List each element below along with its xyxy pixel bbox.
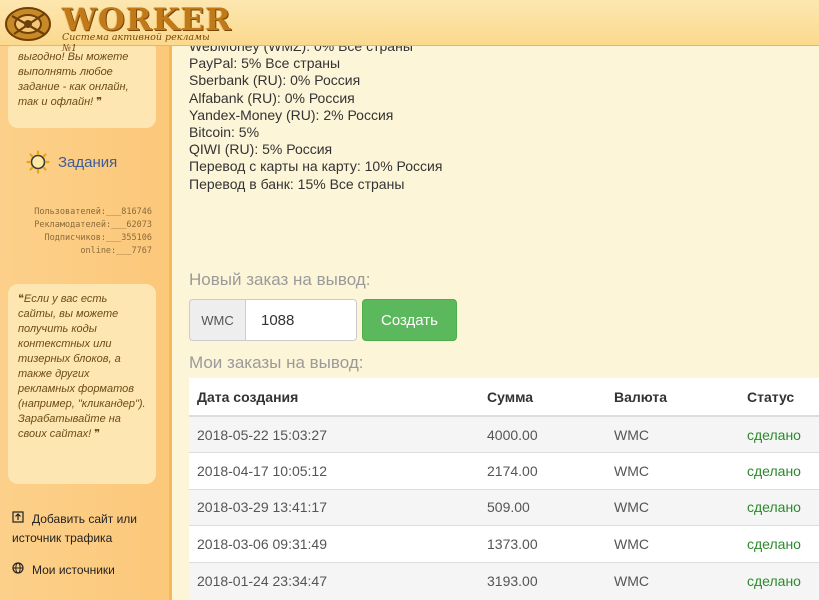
order-amount: 4000.00	[479, 415, 606, 453]
withdraw-method: Перевод в банк: 15% Все страны	[189, 175, 405, 192]
sun-icon	[26, 150, 50, 174]
stat-users: Пользователей:___816746	[34, 207, 152, 217]
new-order-form: WMC Создать	[189, 299, 457, 341]
create-order-button[interactable]: Создать	[362, 299, 457, 341]
orders-title: Мои заказы на вывод:	[189, 353, 364, 372]
withdraw-method: QIWI (RU): 5% Россия	[189, 141, 333, 158]
order-currency: WMC	[606, 488, 739, 526]
withdraw-method: Alfabank (RU): 0% Россия	[189, 89, 355, 106]
order-amount: 509.00	[479, 488, 606, 526]
order-amount: 2174.00	[479, 452, 606, 489]
order-date: 2018-03-29 13:41:17	[189, 488, 479, 526]
site-stats: Пользователей:___816746 Рекламодателей:_…	[0, 206, 152, 258]
globe-icon	[12, 562, 26, 580]
column-header-status: Статус	[739, 378, 819, 417]
order-date: 2018-04-17 10:05:12	[189, 452, 479, 489]
sidebar-item-tasks[interactable]: Задания	[26, 150, 117, 174]
table-row: 2018-03-06 09:31:49 1373.00 WMC сделано	[189, 525, 819, 562]
order-status: сделано	[739, 415, 819, 453]
order-status: сделано	[739, 561, 819, 599]
order-currency: WMC	[606, 415, 739, 453]
table-row: 2018-04-17 10:05:12 2174.00 WMC сделано	[189, 452, 819, 489]
sidebar-item-my-sources[interactable]: Мои источники	[12, 561, 162, 580]
withdraw-method: PayPal: 5% Все страны	[189, 55, 341, 72]
withdraw-method: Sberbank (RU): 0% Россия	[189, 72, 361, 89]
sidebar: выгодно! Вы можете выполнять любое задан…	[0, 0, 172, 600]
new-order-title: Новый заказ на вывод:	[189, 270, 371, 289]
promo-bubble-bottom: ❝Если у вас есть сайты, вы можете получи…	[8, 284, 156, 484]
withdraw-methods-list: WebMoney (WMZ): 0% Все страны PayPal: 5%…	[189, 38, 789, 193]
column-header-amount: Сумма	[479, 378, 606, 417]
sidebar-item-add-site[interactable]: Добавить сайт или источник трафика	[12, 510, 162, 547]
order-status: сделано	[739, 488, 819, 526]
table-header-row: Дата создания Сумма Валюта Статус	[189, 378, 819, 417]
table-row: 2018-03-29 13:41:17 509.00 WMC сделано	[189, 488, 819, 526]
logo-subtitle: Система активной рекламы №1	[62, 32, 210, 54]
order-currency: WMC	[606, 561, 739, 599]
sidebar-item-label: Мои источники	[32, 563, 115, 577]
table-row: 2018-01-24 23:34:47 3193.00 WMC сделано	[189, 561, 819, 599]
sidebar-item-label: Добавить сайт или источник трафика	[12, 512, 137, 545]
logo-icon	[5, 7, 51, 41]
upload-icon	[12, 511, 26, 529]
withdraw-method: Bitcoin: 5%	[189, 124, 260, 141]
order-amount: 1373.00	[479, 525, 606, 562]
stat-advertisers: Рекламодателей:___62073	[34, 220, 152, 230]
column-header-currency: Валюта	[606, 378, 739, 417]
withdraw-method: Перевод с карты на карту: 10% Россия	[189, 158, 443, 175]
order-status: сделано	[739, 452, 819, 489]
order-status: сделано	[739, 525, 819, 562]
stat-online: online:___7767	[80, 246, 152, 256]
order-currency: WMC	[606, 452, 739, 489]
header: WORKER Система активной рекламы №1	[0, 0, 819, 54]
order-amount: 3193.00	[479, 561, 606, 599]
table-row: 2018-05-22 15:03:27 4000.00 WMC сделано	[189, 415, 819, 453]
main-content: WebMoney (WMZ): 0% Все страны PayPal: 5%…	[189, 0, 819, 600]
sidebar-item-label: Задания	[58, 153, 118, 171]
order-date: 2018-01-24 23:34:47	[189, 561, 479, 599]
withdraw-method: Yandex-Money (RU): 2% Россия	[189, 106, 394, 123]
amount-input[interactable]	[245, 299, 357, 341]
currency-addon: WMC	[189, 299, 245, 341]
order-date: 2018-03-06 09:31:49	[189, 525, 479, 562]
order-date: 2018-05-22 15:03:27	[189, 415, 479, 453]
column-header-date: Дата создания	[189, 378, 479, 417]
stat-subscribers: Подписчиков:___355106	[44, 233, 152, 243]
logo[interactable]: WORKER Система активной рекламы №1	[4, 2, 231, 54]
orders-table: Дата создания Сумма Валюта Статус 2018-0…	[189, 378, 819, 599]
order-currency: WMC	[606, 525, 739, 562]
